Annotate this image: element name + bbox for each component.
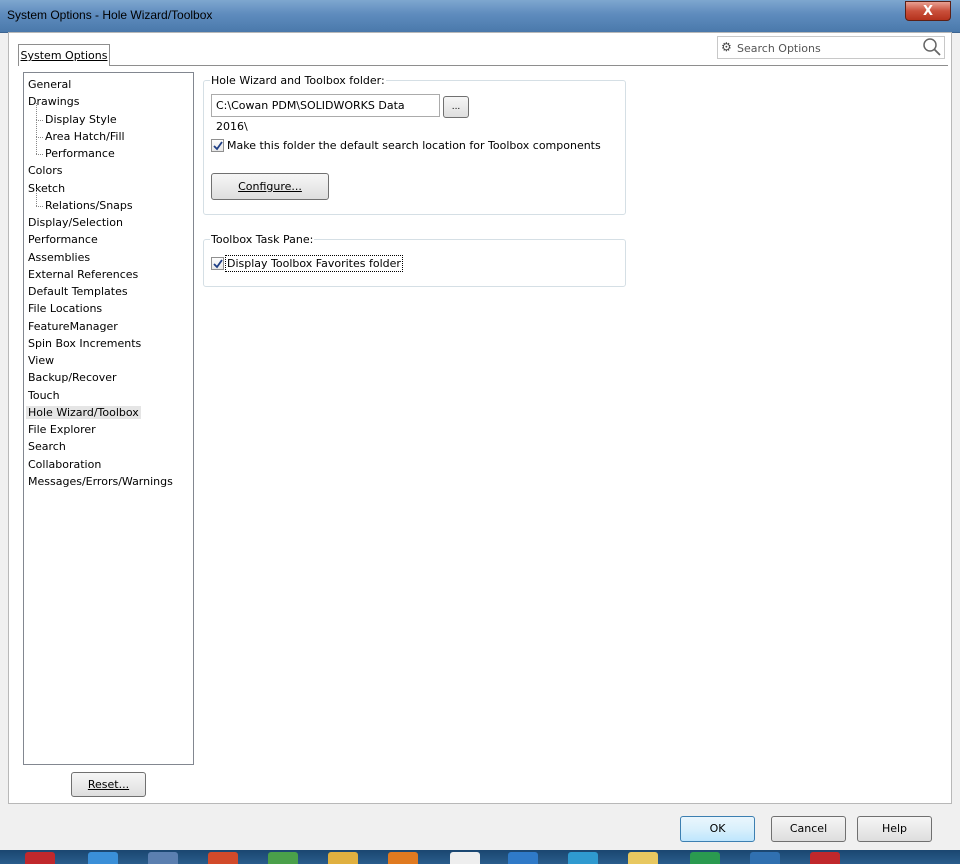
tree-item-file-explorer[interactable]: File Explorer <box>24 421 193 438</box>
toolbox-folder-path-input[interactable]: C:\Cowan PDM\SOLIDWORKS Data 2016\ <box>211 94 440 133</box>
folder-icon[interactable] <box>328 852 358 864</box>
title-bar[interactable]: System Options - Hole Wizard/Toolbox X <box>0 0 960 33</box>
tree-item-display-selection[interactable]: Display/Selection <box>24 214 193 231</box>
chrome-icon[interactable] <box>208 852 238 864</box>
tree-item-backup-recover[interactable]: Backup/Recover <box>24 369 193 386</box>
solidworks-icon[interactable] <box>810 852 840 864</box>
tab-label: System Options <box>20 49 108 62</box>
system-options-dialog: System Options - Hole Wizard/Toolbox X S… <box>0 0 960 864</box>
tree-item-external-references[interactable]: External References <box>24 266 193 283</box>
tree-item-colors[interactable]: Colors <box>24 162 193 179</box>
favorites-folder-checkbox[interactable] <box>211 257 224 270</box>
taskbar <box>0 850 960 864</box>
tree-item-general[interactable]: General <box>24 76 193 93</box>
tree-item-assemblies[interactable]: Assemblies <box>24 249 193 266</box>
window-title: System Options - Hole Wizard/Toolbox <box>7 8 213 22</box>
tree-item-file-locations[interactable]: File Locations <box>24 300 193 317</box>
ok-button[interactable]: OK <box>680 816 755 842</box>
tree-item-search[interactable]: Search <box>24 438 193 455</box>
help-button[interactable]: Help <box>857 816 932 842</box>
tree-item-collaboration[interactable]: Collaboration <box>24 456 193 473</box>
tree-item-view[interactable]: View <box>24 352 193 369</box>
tree-item-touch[interactable]: Touch <box>24 387 193 404</box>
search-input[interactable]: Search Options <box>737 42 821 55</box>
browse-folder-button[interactable]: ... <box>443 96 469 118</box>
tree-item-area-hatch-fill[interactable]: Area Hatch/Fill <box>24 119 193 145</box>
gear-icon: ⚙ <box>721 40 732 54</box>
folder-icon[interactable] <box>628 852 658 864</box>
tree-item-drawings[interactable]: Drawings <box>24 93 193 110</box>
app-icon[interactable] <box>750 852 780 864</box>
firefox-icon[interactable] <box>388 852 418 864</box>
options-tree[interactable]: General Drawings Display Style Area Hatc… <box>23 72 194 765</box>
configure-button[interactable]: Configure... <box>211 173 329 200</box>
favorites-folder-label: Display Toolbox Favorites folder <box>225 255 403 272</box>
tree-item-sketch[interactable]: Sketch <box>24 180 193 197</box>
tree-item-spin-box-increments[interactable]: Spin Box Increments <box>24 335 193 352</box>
cancel-button[interactable]: Cancel <box>771 816 846 842</box>
tree-item-hole-wizard-toolbox[interactable]: Hole Wizard/Toolbox <box>24 404 193 421</box>
tree-item-display-style[interactable]: Display Style <box>24 102 193 128</box>
app-icon[interactable] <box>690 852 720 864</box>
default-search-location-checkbox[interactable] <box>211 139 224 152</box>
tab-system-options[interactable]: System Options <box>18 44 110 66</box>
tree-item-featuremanager[interactable]: FeatureManager <box>24 318 193 335</box>
app-icon[interactable] <box>568 852 598 864</box>
tree-item-messages-errors-warnings[interactable]: Messages/Errors/Warnings <box>24 473 193 490</box>
toolbox-task-pane-group-label: Toolbox Task Pane: <box>210 233 315 246</box>
tree-item-drawings-performance[interactable]: Performance <box>24 136 193 162</box>
checkmark-icon <box>213 141 223 151</box>
default-search-location-row[interactable]: Make this folder the default search loca… <box>211 139 601 152</box>
magnifier-icon[interactable] <box>922 36 942 58</box>
internet-explorer-icon[interactable] <box>88 852 118 864</box>
tree-item-default-templates[interactable]: Default Templates <box>24 283 193 300</box>
window-icon[interactable] <box>148 852 178 864</box>
favorites-folder-row[interactable]: Display Toolbox Favorites folder <box>211 255 403 272</box>
toolbox-folder-group-label: Hole Wizard and Toolbox folder: <box>210 74 386 87</box>
tree-item-performance[interactable]: Performance <box>24 231 193 248</box>
app-icon[interactable] <box>450 852 480 864</box>
app-icon[interactable] <box>268 852 298 864</box>
tab-divider <box>18 65 948 66</box>
solidworks-icon[interactable] <box>25 852 55 864</box>
reset-button[interactable]: Reset... <box>71 772 146 797</box>
close-button[interactable]: X <box>905 1 951 21</box>
checkmark-icon <box>213 259 223 269</box>
search-options-box[interactable]: ⚙ Search Options <box>717 36 945 59</box>
tree-item-relations-snaps[interactable]: Relations/Snaps <box>24 188 193 214</box>
app-icon[interactable] <box>508 852 538 864</box>
default-search-location-label: Make this folder the default search loca… <box>227 139 601 152</box>
